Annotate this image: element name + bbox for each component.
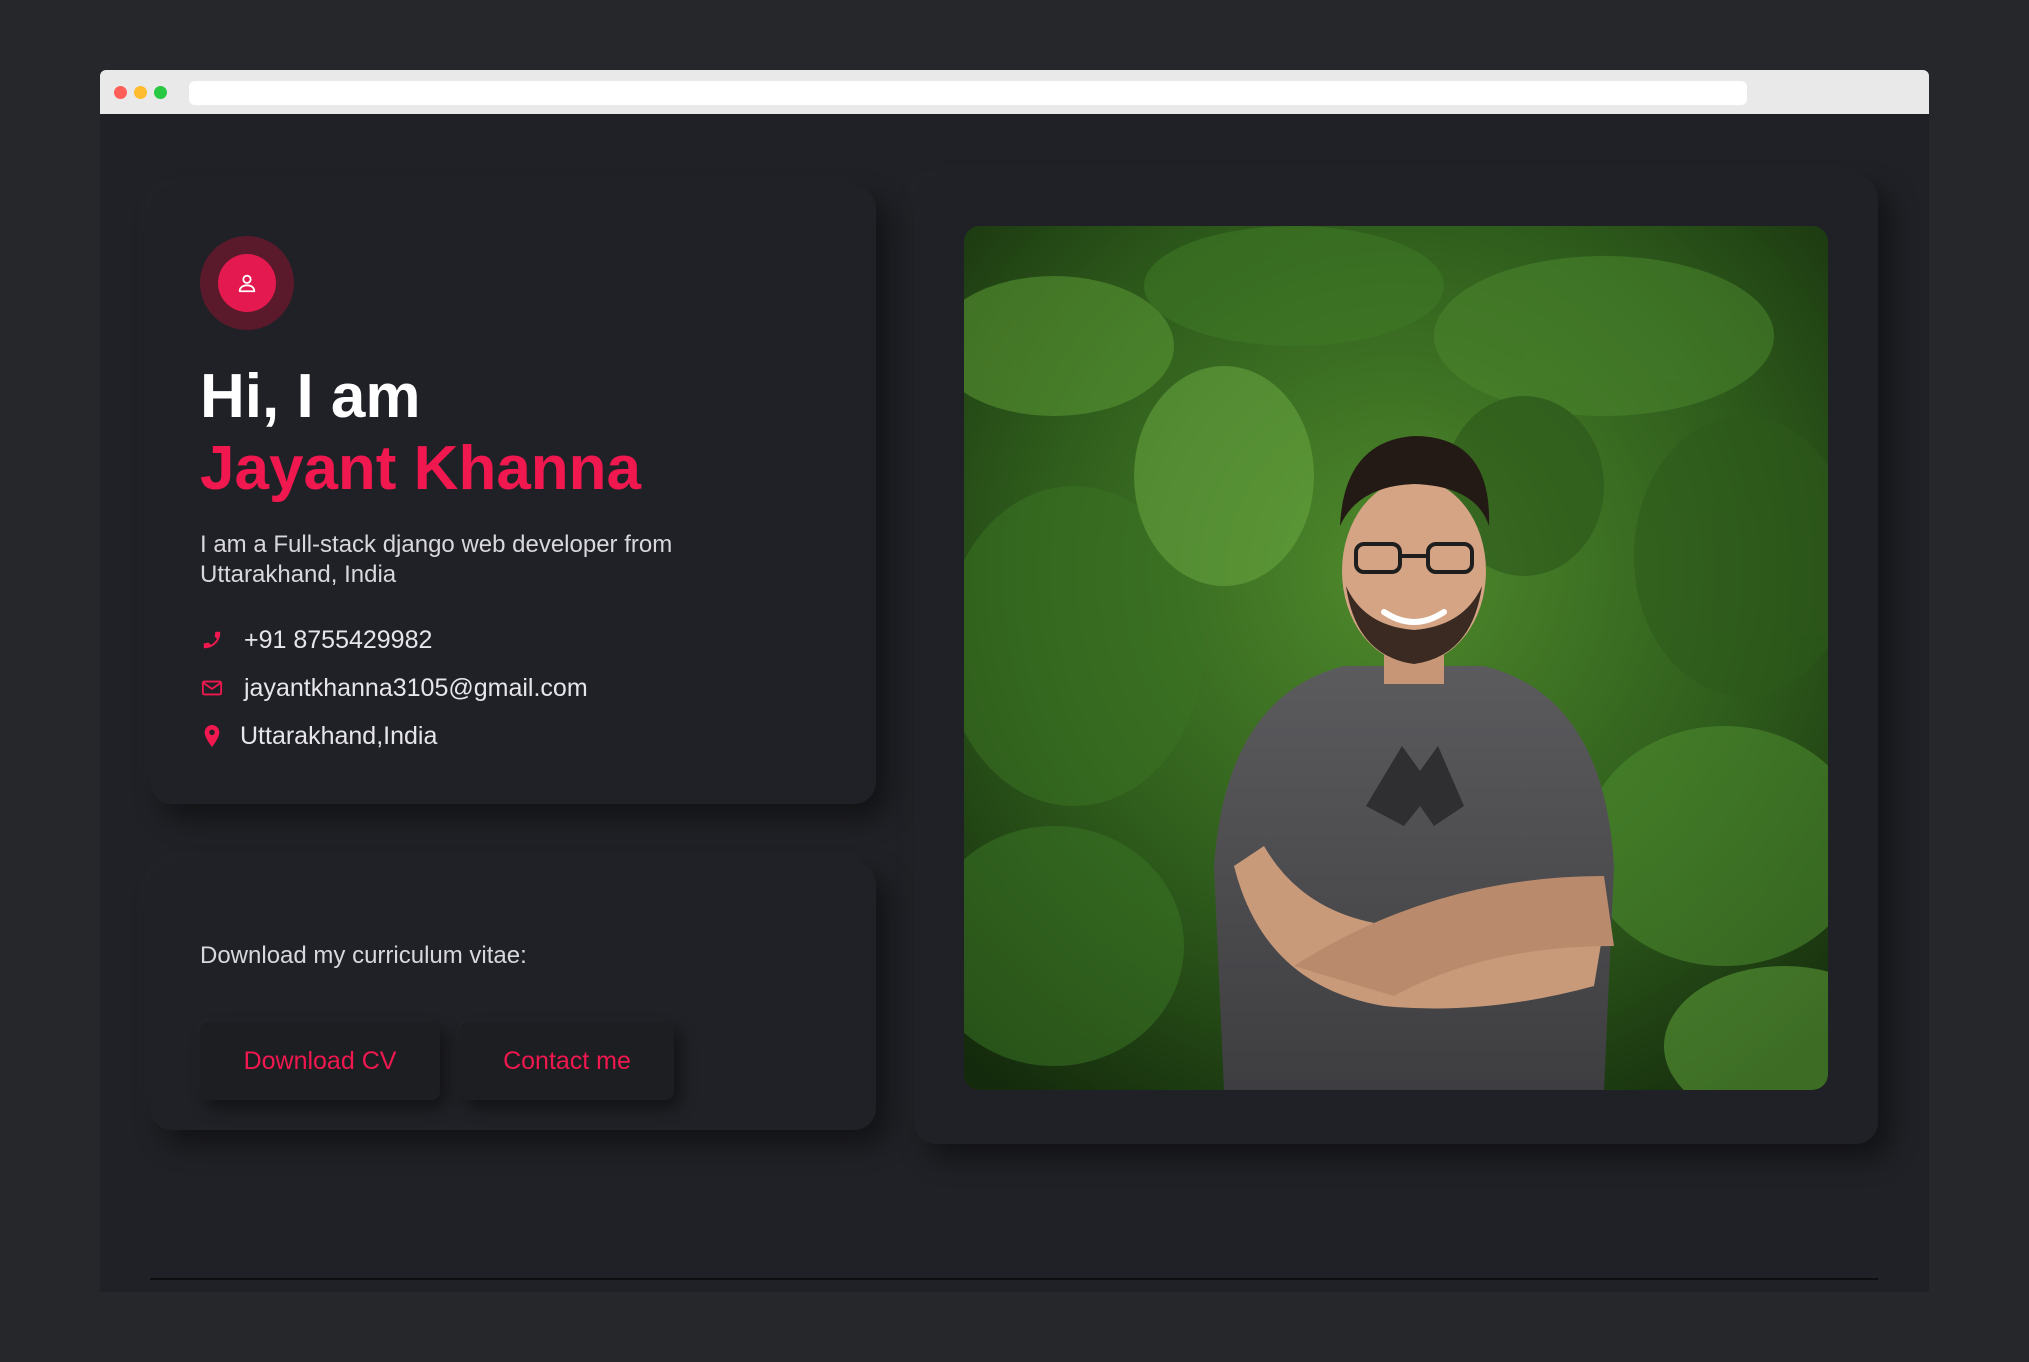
contact-me-button[interactable]: Contact me (460, 1022, 674, 1100)
contact-phone[interactable]: +91 8755429982 (200, 624, 432, 656)
phone-icon (200, 628, 224, 652)
location-text: Uttarakhand,India (240, 721, 438, 750)
footer-divider (150, 1278, 1878, 1280)
page-viewport: Hi, I am Jayant Khanna I am a Full-stack… (100, 114, 1929, 1292)
envelope-icon (200, 676, 224, 700)
browser-toolbar (100, 70, 1929, 114)
maximize-window-button[interactable] (154, 86, 167, 99)
email-address: jayantkhanna3105@gmail.com (244, 673, 588, 702)
greeting-heading: Hi, I am (200, 362, 421, 431)
bio-text: I am a Full-stack django web developer f… (200, 531, 673, 588)
avatar (200, 236, 294, 330)
download-cv-button[interactable]: Download CV (200, 1022, 440, 1100)
address-bar[interactable] (189, 81, 1747, 105)
browser-window: Hi, I am Jayant Khanna I am a Full-stack… (100, 70, 1929, 1292)
photo-card (914, 176, 1878, 1144)
name-heading: Jayant Khanna (200, 434, 642, 503)
cv-card: Download my curriculum vitae: Download C… (150, 862, 876, 1130)
user-icon (238, 274, 256, 293)
contact-location: Uttarakhand,India (200, 720, 437, 752)
cv-prompt: Download my curriculum vitae: (200, 942, 527, 969)
close-window-button[interactable] (114, 86, 127, 99)
contact-email[interactable]: jayantkhanna3105@gmail.com (200, 672, 588, 704)
phone-number: +91 8755429982 (244, 625, 433, 654)
avatar-badge (218, 254, 276, 312)
minimize-window-button[interactable] (134, 86, 147, 99)
profile-photo-illustration (964, 226, 1828, 1090)
profile-photo (964, 226, 1828, 1090)
intro-card: Hi, I am Jayant Khanna I am a Full-stack… (150, 186, 876, 804)
map-pin-icon (200, 724, 224, 748)
